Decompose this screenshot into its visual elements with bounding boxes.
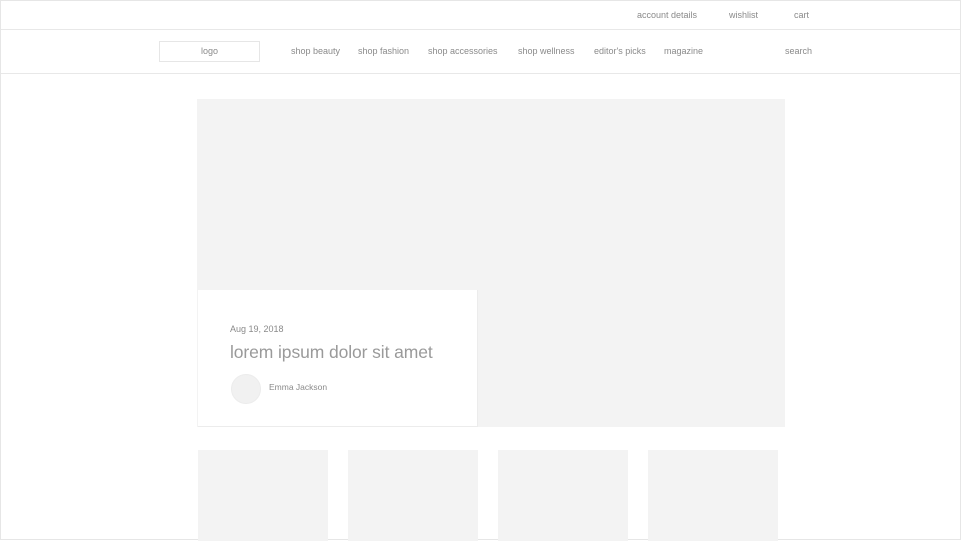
- author-name[interactable]: Emma Jackson: [269, 382, 327, 392]
- nav-shop-accessories[interactable]: shop accessories: [428, 46, 498, 56]
- nav-shop-fashion[interactable]: shop fashion: [358, 46, 409, 56]
- cart-link[interactable]: cart: [794, 10, 809, 20]
- utility-bar: account details wishlist cart: [1, 1, 960, 30]
- logo[interactable]: logo: [159, 41, 260, 62]
- wishlist-link[interactable]: wishlist: [729, 10, 758, 20]
- page-frame: account details wishlist cart logo shop …: [0, 0, 961, 541]
- nav-magazine[interactable]: magazine: [664, 46, 703, 56]
- article-date: Aug 19, 2018: [230, 324, 284, 334]
- article-thumbnail[interactable]: [348, 450, 478, 541]
- article-thumbnail[interactable]: [198, 450, 328, 541]
- hero-article-card[interactable]: Aug 19, 2018 lorem ipsum dolor sit amet …: [198, 290, 478, 427]
- account-details-link[interactable]: account details: [637, 10, 697, 20]
- nav-editors-picks[interactable]: editor's picks: [594, 46, 646, 56]
- article-thumbnail[interactable]: [498, 450, 628, 541]
- main-navigation: logo shop beauty shop fashion shop acces…: [1, 30, 960, 74]
- article-title[interactable]: lorem ipsum dolor sit amet: [230, 342, 433, 363]
- search-link[interactable]: search: [785, 46, 812, 56]
- nav-shop-beauty[interactable]: shop beauty: [291, 46, 340, 56]
- author-avatar: [231, 374, 261, 404]
- article-thumbnail[interactable]: [648, 450, 778, 541]
- nav-shop-wellness[interactable]: shop wellness: [518, 46, 575, 56]
